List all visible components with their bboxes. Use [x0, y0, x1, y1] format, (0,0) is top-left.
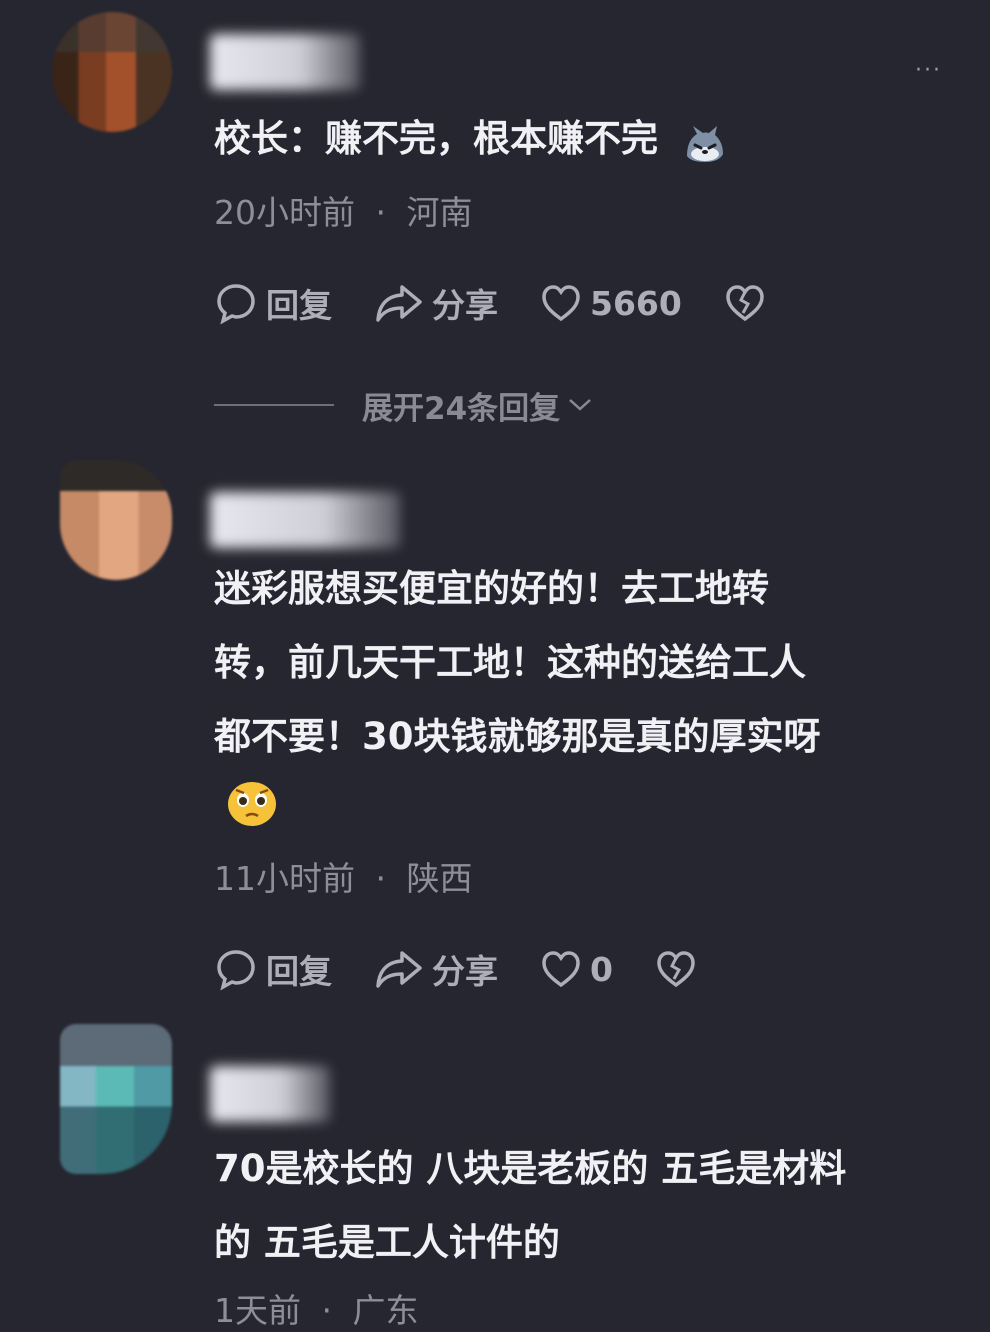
comment-meta: 1天前 · 广东	[214, 1284, 419, 1332]
comment-text: 校长：赚不完，根本赚不完	[214, 102, 966, 176]
share-label: 分享	[432, 952, 498, 991]
pleading-face-emoji-icon	[226, 780, 278, 828]
meta-separator: ·	[375, 193, 387, 232]
comment-text: 迷彩服想买便宜的好的！去工地转 转，前几天干工地！这种的送给工人 都不要！30块…	[214, 552, 966, 774]
username-blurred[interactable]	[210, 34, 360, 90]
comment-line: 70是校长的 八块是老板的 五毛是材料	[214, 1147, 847, 1190]
broken-heart-icon	[657, 951, 695, 988]
location: 广东	[352, 1291, 419, 1330]
expand-replies-label: 展开24条回复	[362, 390, 561, 427]
comment-meta: 20小时前 · 河南	[214, 186, 473, 234]
heart-icon	[542, 285, 580, 322]
share-button[interactable]: 分享	[374, 279, 498, 327]
timestamp: 1天前	[214, 1291, 301, 1330]
reply-icon	[217, 950, 255, 991]
more-options-icon[interactable]: ···	[915, 58, 942, 83]
share-icon	[376, 285, 422, 322]
location: 陕西	[406, 859, 473, 898]
comment-line: 的 五毛是工人计件的	[214, 1221, 560, 1264]
comment-actions: 回复 分享 0	[214, 944, 747, 994]
dislike-button[interactable]	[655, 949, 705, 989]
divider-line	[214, 404, 334, 406]
like-count: 0	[590, 949, 613, 989]
reply-label: 回复	[266, 952, 332, 991]
share-label: 分享	[432, 286, 498, 325]
avatar[interactable]	[60, 460, 172, 580]
reply-button[interactable]: 回复	[214, 279, 332, 327]
avatar[interactable]	[52, 12, 172, 132]
timestamp: 11小时前	[214, 859, 355, 898]
comment-line: 都不要！30块钱就够那是真的厚实呀	[214, 715, 821, 758]
comment-text-content: 校长：赚不完，根本赚不完	[214, 117, 658, 160]
meta-separator: ·	[321, 1291, 333, 1330]
dislike-button[interactable]	[724, 283, 774, 323]
location: 河南	[406, 193, 473, 232]
chevron-down-icon	[569, 399, 591, 411]
reply-icon	[217, 284, 255, 325]
like-button[interactable]: 5660	[540, 283, 682, 323]
broken-heart-icon	[726, 285, 764, 322]
comment-text: 70是校长的 八块是老板的 五毛是材料 的 五毛是工人计件的	[214, 1132, 966, 1280]
comment-line: 转，前几天干工地！这种的送给工人	[214, 641, 806, 684]
like-count: 5660	[590, 283, 682, 323]
heart-icon	[542, 951, 580, 988]
smirk-dog-emoji-icon	[683, 117, 727, 162]
share-icon	[376, 951, 422, 988]
comment-actions: 回复 分享 5660	[214, 278, 816, 328]
like-button[interactable]: 0	[540, 949, 613, 989]
username-blurred[interactable]	[210, 492, 400, 548]
meta-separator: ·	[375, 859, 387, 898]
avatar[interactable]	[60, 1024, 172, 1174]
username-blurred[interactable]	[210, 1066, 330, 1122]
share-button[interactable]: 分享	[374, 945, 498, 993]
expand-replies-button[interactable]: 展开24条回复	[214, 380, 594, 430]
comment-line: 迷彩服想买便宜的好的！去工地转	[214, 567, 769, 610]
reply-button[interactable]: 回复	[214, 945, 332, 993]
timestamp: 20小时前	[214, 193, 355, 232]
reply-label: 回复	[266, 286, 332, 325]
comment-meta: 11小时前 · 陕西	[214, 852, 473, 900]
